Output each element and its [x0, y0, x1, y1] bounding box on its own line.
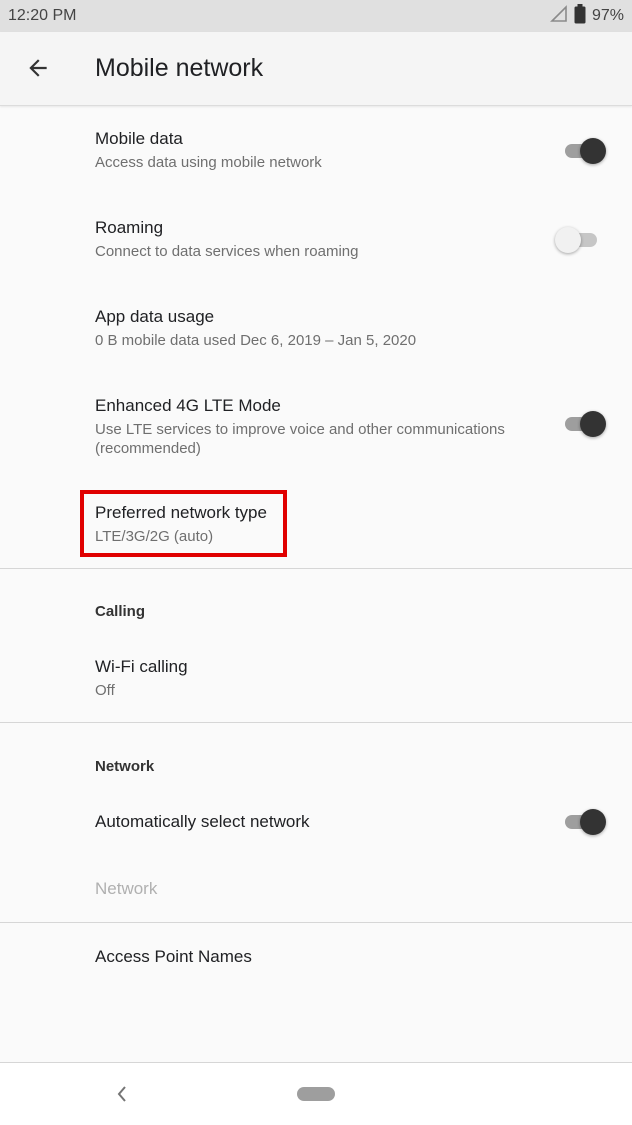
- roaming-summary: Connect to data services when roaming: [95, 243, 359, 260]
- nav-home-button[interactable]: [297, 1087, 335, 1101]
- access-point-names-item[interactable]: Access Point Names: [95, 946, 555, 968]
- navigation-bar: [0, 1063, 632, 1125]
- battery-icon: [574, 3, 586, 29]
- lte-mode-item[interactable]: Enhanced 4G LTE Mode Use LTE services to…: [95, 395, 535, 458]
- mobile-data-switch[interactable]: [562, 136, 612, 166]
- switch-thumb: [580, 809, 606, 835]
- status-time: 12:20 PM: [8, 7, 77, 24]
- lte-mode-title: Enhanced 4G LTE Mode: [95, 396, 281, 415]
- app-data-usage-title: App data usage: [95, 307, 215, 326]
- switch-thumb: [580, 411, 606, 437]
- page-title: Mobile network: [95, 54, 264, 82]
- divider: [0, 568, 632, 569]
- network-title: Network: [95, 879, 158, 898]
- calling-section-header: Calling: [95, 603, 146, 620]
- mobile-data-summary: Access data using mobile network: [95, 154, 322, 171]
- wifi-calling-title: Wi-Fi calling: [95, 657, 188, 676]
- roaming-item[interactable]: Roaming Connect to data services when ro…: [95, 217, 555, 261]
- app-bar: Mobile network: [0, 32, 632, 106]
- lte-mode-summary: Use LTE services to improve voice and ot…: [95, 421, 505, 457]
- switch-thumb: [555, 227, 581, 253]
- status-bar: 12:20 PM 97%: [0, 0, 632, 32]
- roaming-switch[interactable]: [555, 225, 612, 255]
- arrow-back-icon: [25, 55, 51, 86]
- status-icons: 97%: [550, 3, 624, 29]
- divider: [0, 922, 632, 923]
- nav-back-button[interactable]: [114, 1083, 130, 1110]
- chevron-left-icon: [114, 1086, 130, 1109]
- auto-select-network-item[interactable]: Automatically select network: [95, 811, 555, 833]
- wifi-calling-item[interactable]: Wi-Fi calling Off: [95, 656, 555, 700]
- back-button[interactable]: [18, 50, 58, 90]
- network-item: Network: [95, 878, 555, 900]
- auto-select-network-title: Automatically select network: [95, 812, 310, 831]
- battery-percent: 97%: [591, 7, 624, 24]
- access-point-names-title: Access Point Names: [95, 947, 252, 966]
- roaming-title: Roaming: [95, 218, 164, 237]
- divider: [0, 722, 632, 723]
- lte-mode-switch[interactable]: [562, 409, 612, 439]
- app-data-usage-summary: 0 B mobile data used Dec 6, 2019 – Jan 5…: [95, 332, 417, 349]
- mobile-data-title: Mobile data: [95, 129, 183, 148]
- network-section-header: Network: [95, 758, 155, 775]
- signal-icon: [550, 4, 568, 28]
- wifi-calling-summary: Off: [95, 682, 115, 699]
- switch-thumb: [580, 138, 606, 164]
- auto-select-network-switch[interactable]: [562, 807, 612, 837]
- app-data-usage-item[interactable]: App data usage 0 B mobile data used Dec …: [95, 306, 555, 350]
- mobile-data-item[interactable]: Mobile data Access data using mobile net…: [95, 128, 555, 172]
- highlight-box: [80, 490, 287, 557]
